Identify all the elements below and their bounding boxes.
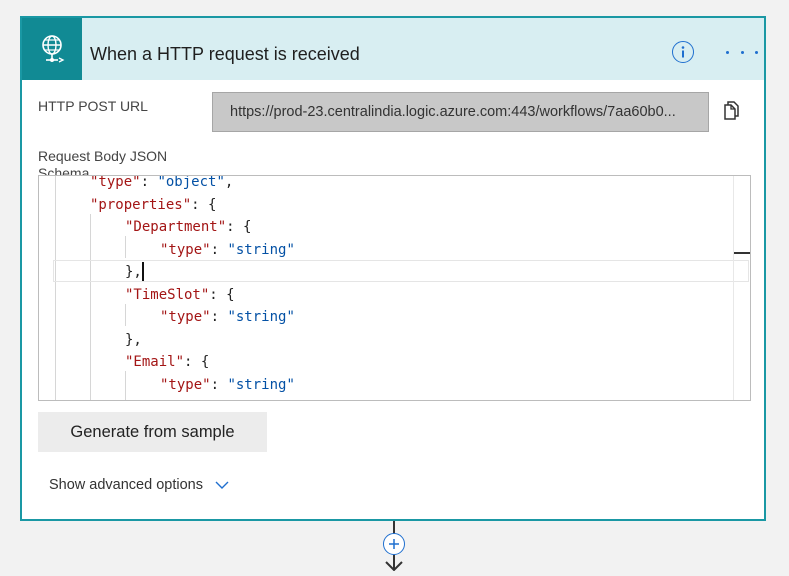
code-token: "type" — [160, 309, 211, 325]
chevron-down-icon — [215, 481, 229, 490]
scrollbar-position-marker — [734, 252, 750, 254]
code-token: : — [140, 175, 158, 190]
code-token: : — [210, 241, 228, 258]
code-token: "type" — [90, 175, 141, 190]
trigger-card-header[interactable]: When a HTTP request is received — [22, 18, 764, 80]
trigger-card: When a HTTP request is received HTTP POS… — [20, 16, 766, 521]
code-line: "type": "string" — [160, 239, 295, 261]
http-request-globe-icon — [22, 18, 82, 80]
http-post-url-field[interactable]: https://prod-23.centralindia.logic.azure… — [212, 92, 709, 132]
code-line: }, — [125, 261, 142, 283]
generate-from-sample-button[interactable]: Generate from sample — [38, 412, 267, 452]
code-line: "Email": { — [125, 351, 209, 373]
http-post-url-label: HTTP POST URL — [38, 98, 148, 114]
editor-scrollbar[interactable] — [733, 176, 750, 400]
code-line: "properties": { — [90, 194, 216, 216]
code-token: : — [210, 309, 228, 325]
code-token: }, — [125, 264, 142, 280]
code-line: "type": "object", — [90, 175, 234, 193]
text-cursor — [142, 262, 144, 281]
code-token: }, — [125, 331, 142, 348]
code-token: "type" — [160, 376, 211, 393]
code-token: : { — [184, 354, 210, 370]
code-token: "string" — [227, 376, 295, 393]
json-schema-editor[interactable]: "type": "object", "properties": {"Departm… — [38, 175, 751, 401]
code-token: "string" — [227, 309, 295, 325]
arrow-down-icon — [383, 555, 405, 572]
code-token: "type" — [160, 241, 211, 258]
code-token: "Department" — [125, 219, 227, 235]
code-line: "type": "string" — [160, 306, 295, 328]
code-token: "object" — [157, 175, 225, 190]
code-line: "type": "string" — [160, 374, 295, 396]
more-options-icon[interactable] — [726, 42, 758, 62]
code-line: "TimeSlot": { — [125, 284, 235, 306]
copy-icon[interactable] — [720, 101, 740, 123]
current-line-highlight — [53, 260, 749, 282]
code-token: : — [210, 376, 228, 393]
code-token: : { — [191, 196, 217, 213]
code-token: : { — [226, 219, 252, 235]
add-step-icon[interactable] — [383, 533, 405, 555]
code-token: "Email" — [125, 354, 185, 370]
code-token: "TimeSlot" — [125, 286, 210, 303]
code-token: , — [224, 175, 234, 190]
show-advanced-options-label: Show advanced options — [49, 477, 203, 493]
card-title: When a HTTP request is received — [90, 44, 360, 64]
show-advanced-options-link[interactable]: Show advanced options — [49, 477, 229, 493]
info-icon[interactable] — [672, 41, 694, 63]
code-line: }, — [125, 329, 142, 351]
code-token: : { — [209, 286, 235, 303]
code-token: "string" — [227, 241, 295, 258]
request-body-schema-label: Request Body JSON Schema — [38, 148, 168, 175]
code-line: "Department": { — [125, 216, 251, 238]
code-token: "properties" — [90, 196, 192, 213]
